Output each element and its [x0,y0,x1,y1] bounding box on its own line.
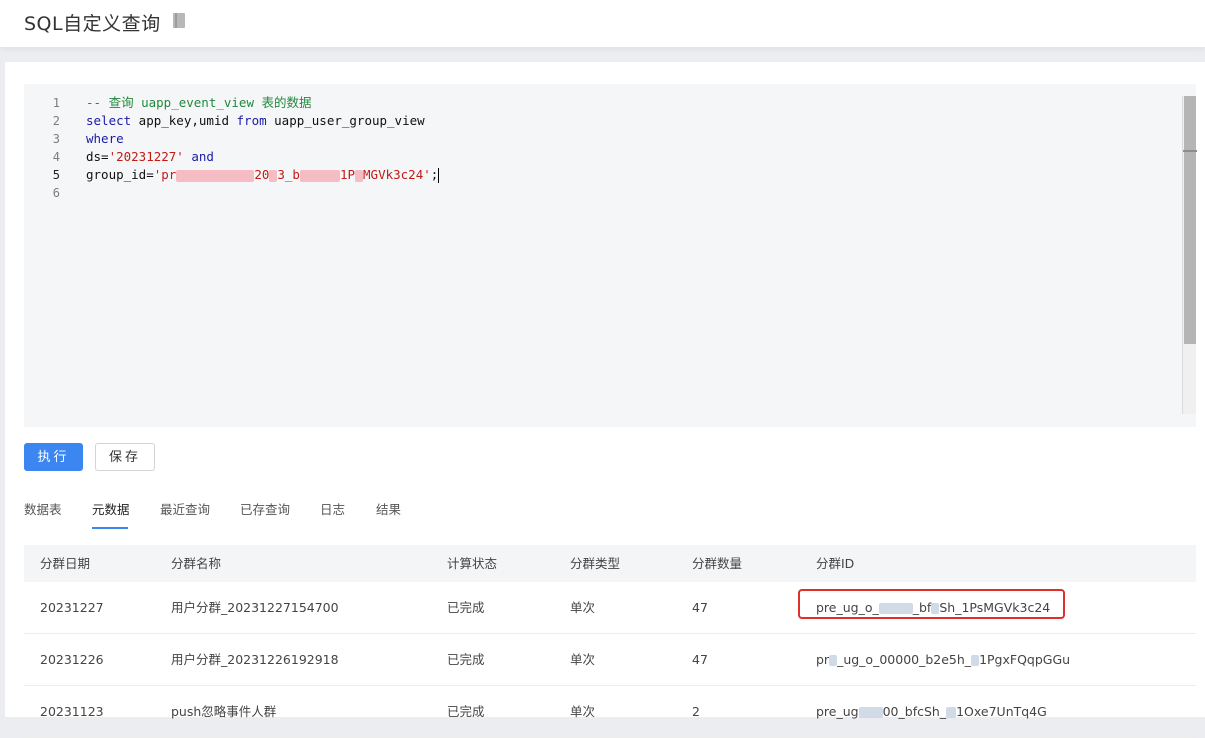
cell-count: 47 [692,600,708,615]
line-number-gutter: 1 2 3 4 5 6 [24,94,74,202]
code-line-3: where [86,130,1166,148]
table-header: 分群日期 分群名称 计算状态 分群类型 分群数量 分群ID [24,545,1196,582]
redaction-blur [971,655,980,666]
result-tabs: 数据表 元数据 最近查询 已存查询 日志 结果 [24,499,524,529]
document-icon[interactable] [173,13,185,28]
cell-name: push忽略事件人群 [171,704,277,719]
cell-name: 用户分群_20231227154700 [171,600,339,615]
cell-status: 已完成 [447,652,485,667]
sql-string: 1P [339,167,356,182]
id-fragment: pr [816,652,830,667]
redaction-blur [299,169,340,182]
sql-keyword: and [183,149,214,164]
line-number-active: 5 [52,168,60,182]
sql-string: '20231227' [108,149,184,164]
redaction-blur [176,169,255,182]
cell-type: 单次 [570,704,596,719]
table-row[interactable]: 20231226 用户分群_20231226192918 已完成 单次 47 p… [24,634,1196,686]
code-line-4: ds='20231227' and [86,148,1166,166]
line-number: 1 [52,96,60,110]
redaction-blur [269,169,278,182]
tab-metadata[interactable]: 元数据 [92,499,130,518]
code-area[interactable]: -- 查询 uapp_event_view 表的数据 select app_ke… [86,94,1166,202]
cell-status: 已完成 [447,600,485,615]
run-button[interactable]: 执行 [24,443,83,471]
tab-logs[interactable]: 日志 [320,499,345,518]
cell-date: 20231123 [40,704,104,719]
tab-results[interactable]: 结果 [376,499,401,518]
editor-scrollbar[interactable] [1182,96,1197,414]
tab-saved-queries[interactable]: 已存查询 [240,499,290,518]
sql-keyword: from [236,113,267,128]
column-header: 分群日期 [40,556,91,571]
code-line-2: select app_key,umid from uapp_user_group… [86,112,1166,130]
line-number: 6 [52,186,60,200]
table-row[interactable]: 20231123 push忽略事件人群 已完成 单次 2 pre_ug 00_bf… [24,686,1196,738]
sql-text: ; [430,167,439,182]
redaction-blur [946,707,957,718]
cell-id: pre_ug 00_bfcSh_ 1Oxe7UnTq4G [816,686,1047,738]
cell-date: 20231227 [40,600,104,615]
segment-table: 分群日期 分群名称 计算状态 分群类型 分群数量 分群ID 20231227 用… [24,545,1196,738]
sql-keyword: select [86,113,132,128]
sql-keyword: where [86,131,124,146]
sql-editor[interactable]: 1 2 3 4 5 6 -- 查询 uapp_event_view 表的数据 s… [24,84,1197,427]
column-header: 分群ID [816,556,855,571]
sql-text: ds= [86,149,109,164]
tab-recent-queries[interactable]: 最近查询 [160,499,210,518]
cell-count: 47 [692,652,708,667]
id-fragment: 1PgxFQqpGGu [979,652,1071,667]
highlight-annotation [798,589,1065,619]
column-header: 分群名称 [171,556,222,571]
scrollbar-marker [1183,150,1197,152]
line-number: 3 [52,132,60,146]
code-line-1: -- 查询 uapp_event_view 表的数据 [86,94,1166,112]
sql-text: group_id= [86,167,154,182]
redaction-blur [355,169,364,182]
cell-name: 用户分群_20231226192918 [171,652,339,667]
scrollbar-thumb[interactable] [1184,96,1196,344]
column-header: 计算状态 [447,556,498,571]
text-cursor [438,168,440,183]
column-header: 分群数量 [692,556,743,571]
save-button[interactable]: 保存 [95,443,155,471]
sql-string: 'pr [153,167,177,182]
cell-id: pr _ug_o_00000_b2e5h_ 1PgxFQqpGGu [816,634,1070,686]
tab-tables[interactable]: 数据表 [24,499,62,518]
line-number: 4 [52,150,60,164]
column-header: 分群类型 [570,556,621,571]
sql-text: uapp_user_group_view [266,113,425,128]
code-line-5: group_id='pr 20 3_b 1P MGVk3c24'; [86,166,1166,184]
cell-status: 已完成 [447,704,485,719]
table-row[interactable]: 20231227 用户分群_20231227154700 已完成 单次 47 p… [24,582,1196,634]
redaction-blur [829,655,838,666]
sql-string: 20 [254,167,270,182]
active-tab-indicator [92,527,128,529]
cell-type: 单次 [570,652,596,667]
page-title: SQL自定义查询 [24,13,161,35]
cell-type: 单次 [570,600,596,615]
cell-count: 2 [692,704,700,719]
page-header: SQL自定义查询 [0,0,1205,47]
id-fragment: _ug_o_00000_b2e5h_ [837,652,972,667]
line-number: 2 [52,114,60,128]
sql-string: MGVk3c24' [363,167,431,182]
sql-string: 3_b [277,167,300,182]
redaction-blur [858,707,883,718]
sql-text: app_key,umid [131,113,237,128]
cell-date: 20231226 [40,652,104,667]
sql-comment: -- 查询 uapp_event_view 表的数据 [86,95,312,110]
